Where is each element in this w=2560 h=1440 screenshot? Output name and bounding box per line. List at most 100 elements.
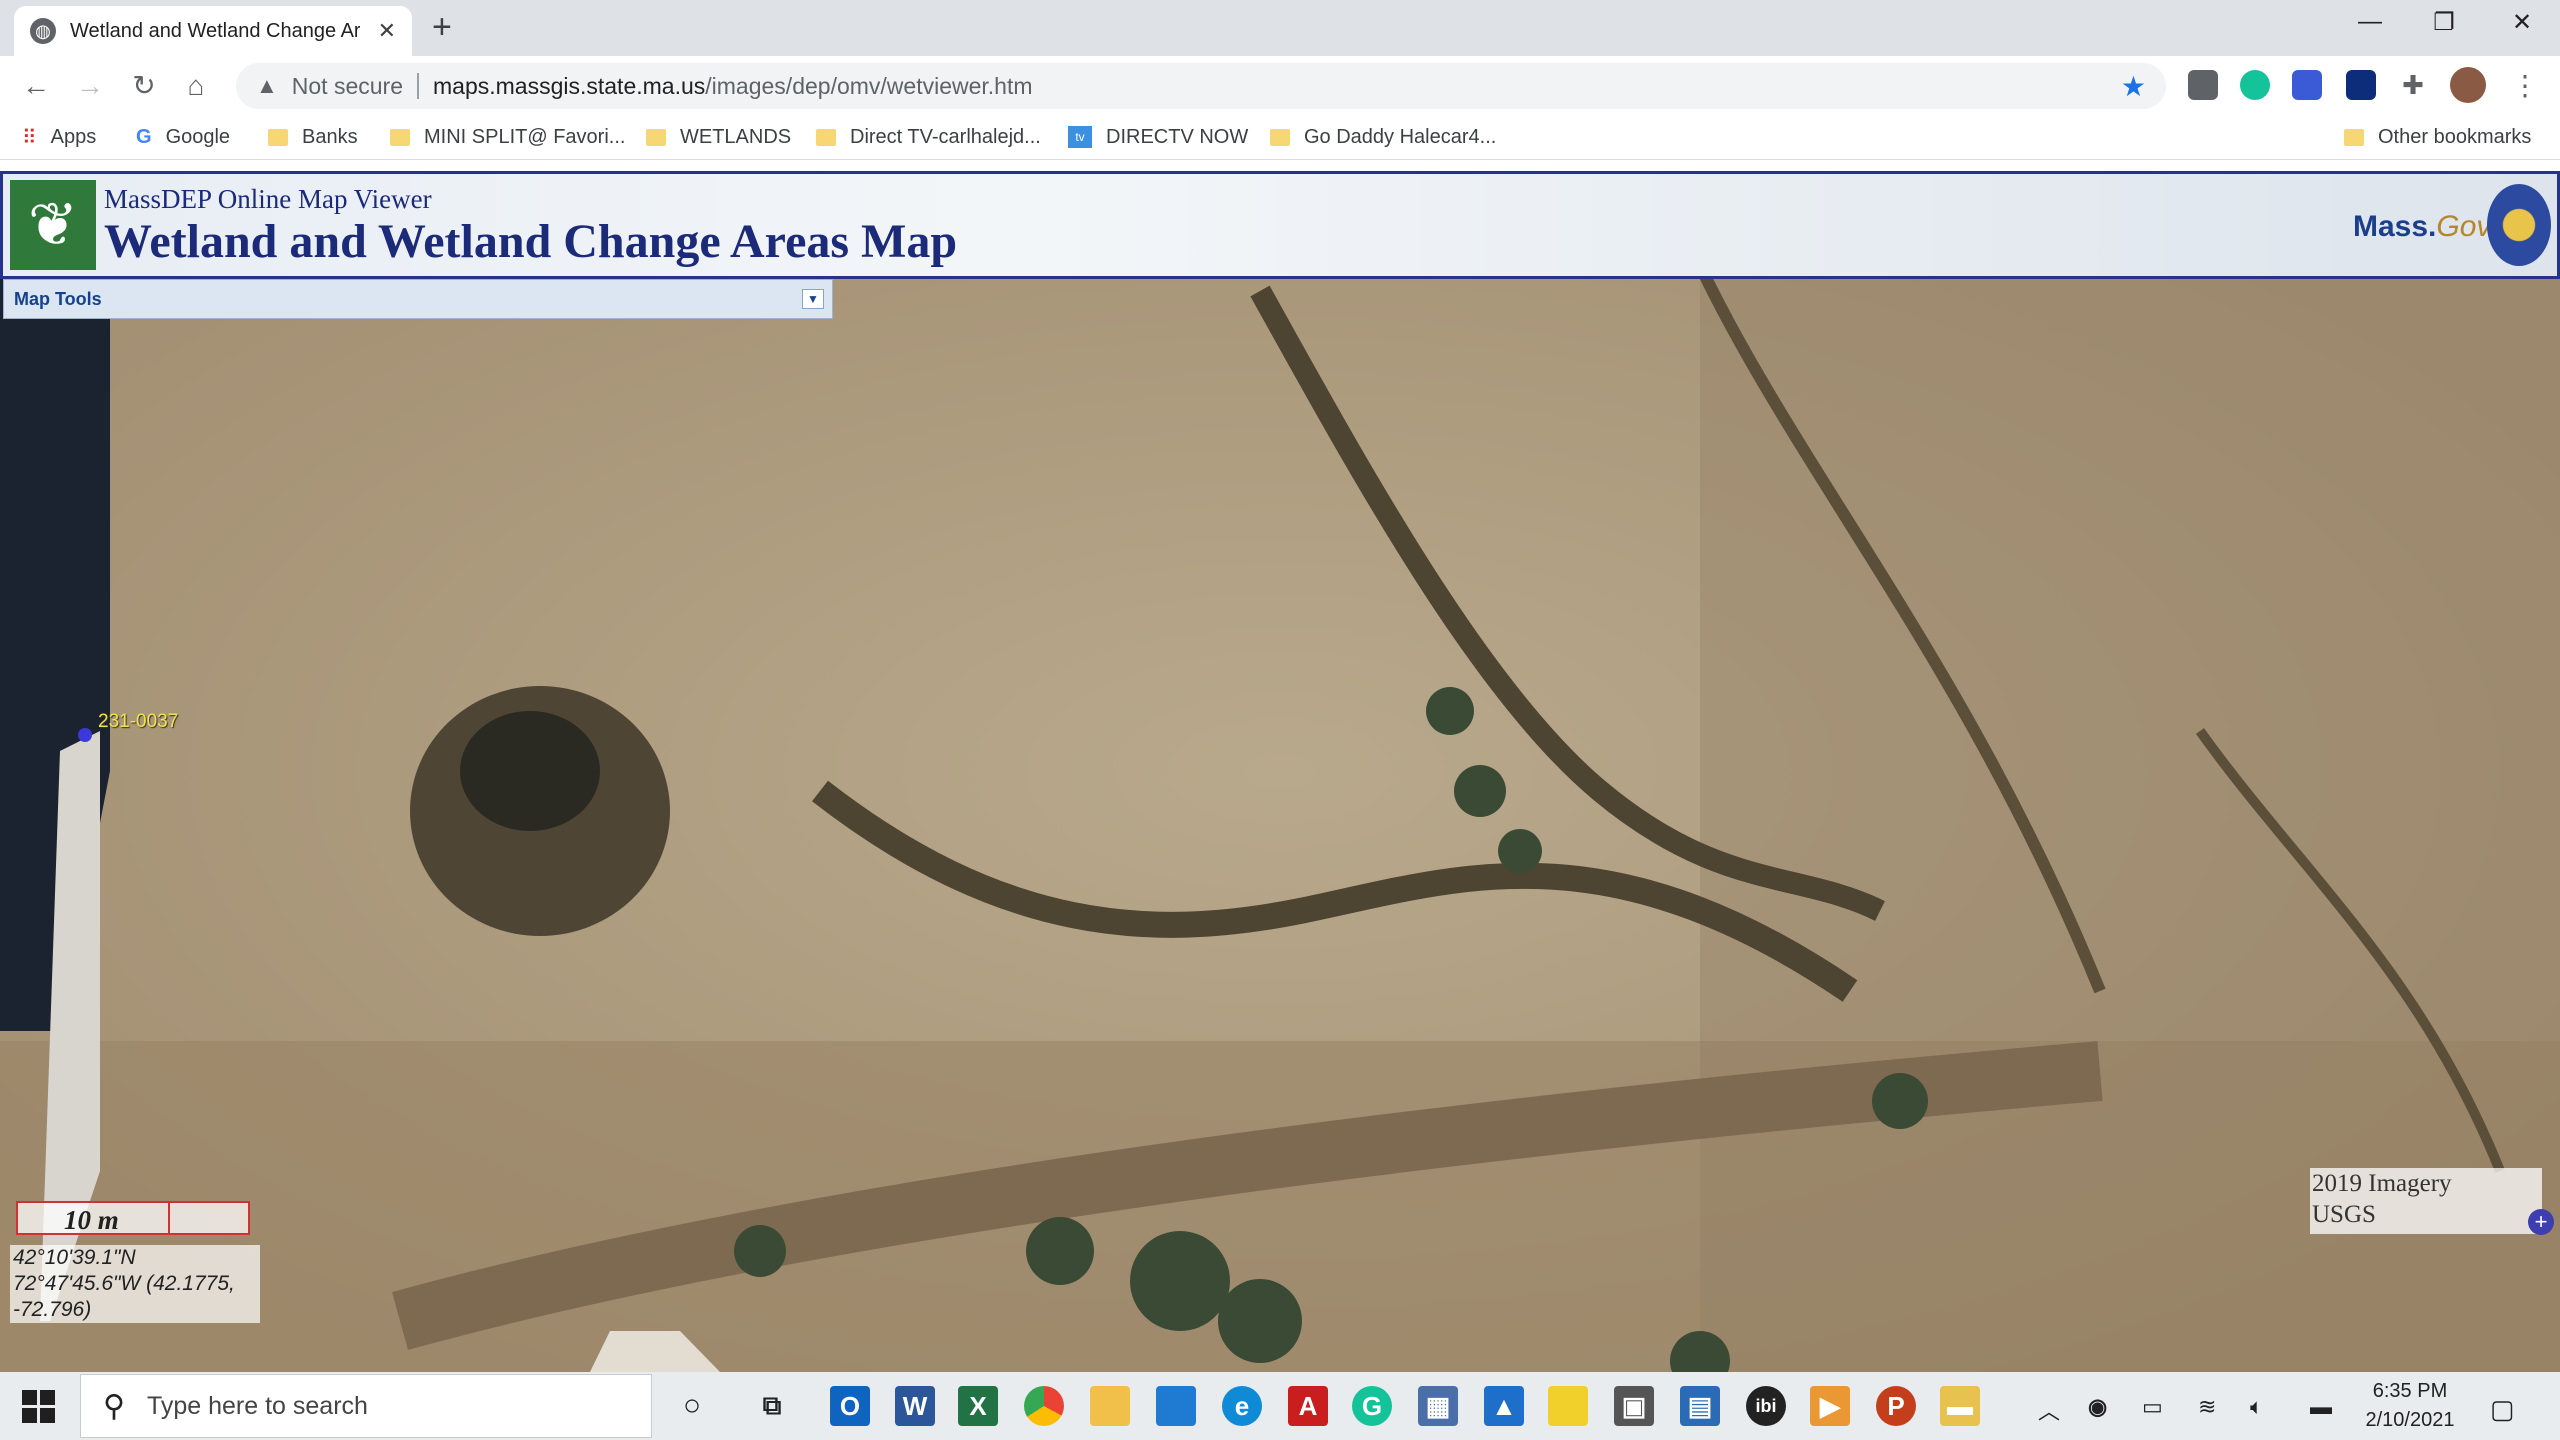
folder-icon <box>268 128 288 146</box>
folder-icon <box>390 128 410 146</box>
google-icon: G <box>136 125 152 148</box>
bookmark-label: Banks <box>302 125 358 148</box>
massgov-logo-text: Mass. <box>2353 210 2437 243</box>
powerpoint-icon[interactable]: P <box>1876 1386 1916 1426</box>
massgov-logo[interactable]: Mass.Gov <box>2353 210 2491 244</box>
page-banner: ❦ MassDEP Online Map Viewer Wetland and … <box>0 171 2560 279</box>
tray-overflow-icon[interactable]: ︿ <box>2038 1394 2060 1426</box>
close-tab-icon[interactable]: ✕ <box>378 18 396 44</box>
search-icon: ⚲ <box>103 1389 125 1423</box>
restore-button[interactable]: ❐ <box>2424 8 2464 37</box>
volume-icon[interactable]: 🔈︎ <box>2250 1394 2263 1420</box>
bookmark-other[interactable]: Other bookmarks <box>2344 122 2531 152</box>
bookmark-google[interactable]: G Google <box>136 122 230 152</box>
cortana-icon[interactable]: ○ <box>672 1386 712 1426</box>
back-button[interactable]: ← <box>16 68 56 104</box>
parcel-label: 231-0037 <box>98 711 179 732</box>
new-tab-button[interactable]: + <box>432 10 452 44</box>
apps-grid-icon: ⠿ <box>22 126 37 149</box>
clock-time: 6:35 PM <box>2372 1380 2448 1402</box>
notes-icon[interactable]: ▬ <box>1940 1386 1980 1426</box>
aerial-map[interactable] <box>0 171 2560 1372</box>
outlook-icon[interactable]: O <box>830 1386 870 1426</box>
url-host: maps.massgis.state.ma.us <box>433 72 706 99</box>
calculator-icon[interactable]: ▦ <box>1418 1386 1458 1426</box>
state-seal-icon <box>2487 184 2551 266</box>
menu-dots-icon[interactable]: ⋮ <box>2505 68 2545 104</box>
task-view-icon[interactable]: ⧉ <box>752 1386 792 1426</box>
bookmark-wetlands[interactable]: WETLANDS <box>646 122 791 152</box>
bookmark-label: Apps <box>50 125 97 148</box>
file-explorer-icon[interactable] <box>1090 1386 1130 1426</box>
page-title: Wetland and Wetland Change Areas Map <box>104 215 958 268</box>
ibi-icon[interactable]: ibi <box>1746 1386 1786 1426</box>
browser-tab-active[interactable]: ◍ Wetland and Wetland Change Ar ✕ <box>14 6 412 56</box>
bookmark-directv-now[interactable]: tv DIRECTV NOW <box>1068 122 1248 152</box>
tab-title: Wetland and Wetland Change Ar <box>70 19 360 42</box>
windows-start-icon[interactable] <box>22 1390 56 1424</box>
extensions-puzzle-icon[interactable]: ✚ <box>2398 70 2428 100</box>
parcel-marker-icon[interactable] <box>78 728 92 742</box>
shopping-bag-icon[interactable]: ▣ <box>1614 1386 1654 1426</box>
close-window-button[interactable]: ✕ <box>2502 8 2542 37</box>
bookmark-label: DIRECTV NOW <box>1106 125 1249 148</box>
excel-icon[interactable]: X <box>958 1386 998 1426</box>
profile-avatar[interactable] <box>2450 67 2486 103</box>
coordinate-line: -72.796) <box>13 1298 92 1321</box>
map-tools-label: Map Tools <box>14 289 102 309</box>
wifi-icon[interactable]: ≋ <box>2198 1394 2216 1420</box>
clock-date: 2/10/2021 <box>2365 1409 2455 1431</box>
bookmark-label: Go Daddy Halecar4... <box>1304 125 1497 148</box>
security-label[interactable]: Not secure <box>292 73 403 100</box>
address-divider <box>417 73 419 99</box>
bookmark-apps[interactable]: ⠿ Apps <box>22 122 96 152</box>
bookmark-label: Google <box>165 125 231 148</box>
extension-icon[interactable] <box>2188 70 2218 100</box>
reload-button[interactable]: ↻ <box>124 68 164 104</box>
browser-toolbar: ← → ↻ ⌂ ▲ Not secure maps.massgis.state.… <box>0 56 2560 116</box>
warning-icon[interactable]: ▲ <box>256 73 278 99</box>
oak-leaf-logo-icon: ❦ <box>10 180 96 270</box>
extension-icon[interactable] <box>2346 70 2376 100</box>
taskbar-search-box[interactable]: ⚲ Type here to search <box>80 1374 652 1438</box>
word-icon[interactable]: W <box>895 1386 935 1426</box>
chrome-icon[interactable] <box>1024 1386 1064 1426</box>
edge-icon[interactable]: e <box>1222 1386 1262 1426</box>
store-icon[interactable] <box>1156 1386 1196 1426</box>
address-bar[interactable]: ▲ Not secure maps.massgis.state.ma.us /i… <box>236 63 2166 109</box>
map-tools-panel[interactable]: Map Tools ▼ <box>3 279 833 319</box>
tv-icon: tv <box>1068 126 1092 148</box>
scale-bar: 10 m <box>16 1201 250 1235</box>
display-icon[interactable]: ▬ <box>2310 1394 2332 1420</box>
home-button[interactable]: ⌂ <box>176 68 216 104</box>
windows-taskbar: ⚲ Type here to search ○ ⧉ O W X e A G ▦ … <box>0 1372 2560 1440</box>
expand-plus-icon[interactable]: + <box>2528 1209 2554 1235</box>
grammarly-icon[interactable]: G <box>1352 1386 1392 1426</box>
bookmark-label: WETLANDS <box>680 125 792 148</box>
extension-icon[interactable] <box>2292 70 2322 100</box>
ibi-tray-icon[interactable]: ◉ <box>2088 1394 2107 1420</box>
acrobat-icon[interactable]: A <box>1288 1386 1328 1426</box>
attribution-line: 2019 Imagery <box>2312 1170 2452 1197</box>
bookmark-go-daddy[interactable]: Go Daddy Halecar4... <box>1270 122 1496 152</box>
minimize-button[interactable]: — <box>2350 8 2390 36</box>
remote-desktop-icon[interactable]: ▤ <box>1680 1386 1720 1426</box>
clock[interactable]: 6:35 PM 2/10/2021 <box>2355 1377 2465 1435</box>
globe-icon: ◍ <box>30 18 56 44</box>
notifications-icon[interactable]: ▢ <box>2490 1394 2515 1425</box>
grammarly-extension-icon[interactable] <box>2240 70 2270 100</box>
bookmark-label: MINI SPLIT@ Favori... <box>424 125 626 148</box>
media-player-icon[interactable]: ▶ <box>1810 1386 1850 1426</box>
photos-icon[interactable]: ▲ <box>1484 1386 1524 1426</box>
folder-icon <box>1270 128 1290 146</box>
chevron-down-icon[interactable]: ▼ <box>802 289 824 309</box>
bookmark-mini-split[interactable]: MINI SPLIT@ Favori... <box>390 122 625 152</box>
bookmark-banks[interactable]: Banks <box>268 122 358 152</box>
sticky-notes-icon[interactable] <box>1548 1386 1588 1426</box>
folder-icon <box>2344 128 2364 146</box>
forward-button[interactable]: → <box>70 68 110 104</box>
bookmark-direct-tv[interactable]: Direct TV-carlhalejd... <box>816 122 1041 152</box>
scale-tick <box>168 1203 170 1235</box>
bookmark-star-icon[interactable]: ★ <box>2121 70 2146 103</box>
battery-icon[interactable]: ▭ <box>2142 1394 2163 1420</box>
